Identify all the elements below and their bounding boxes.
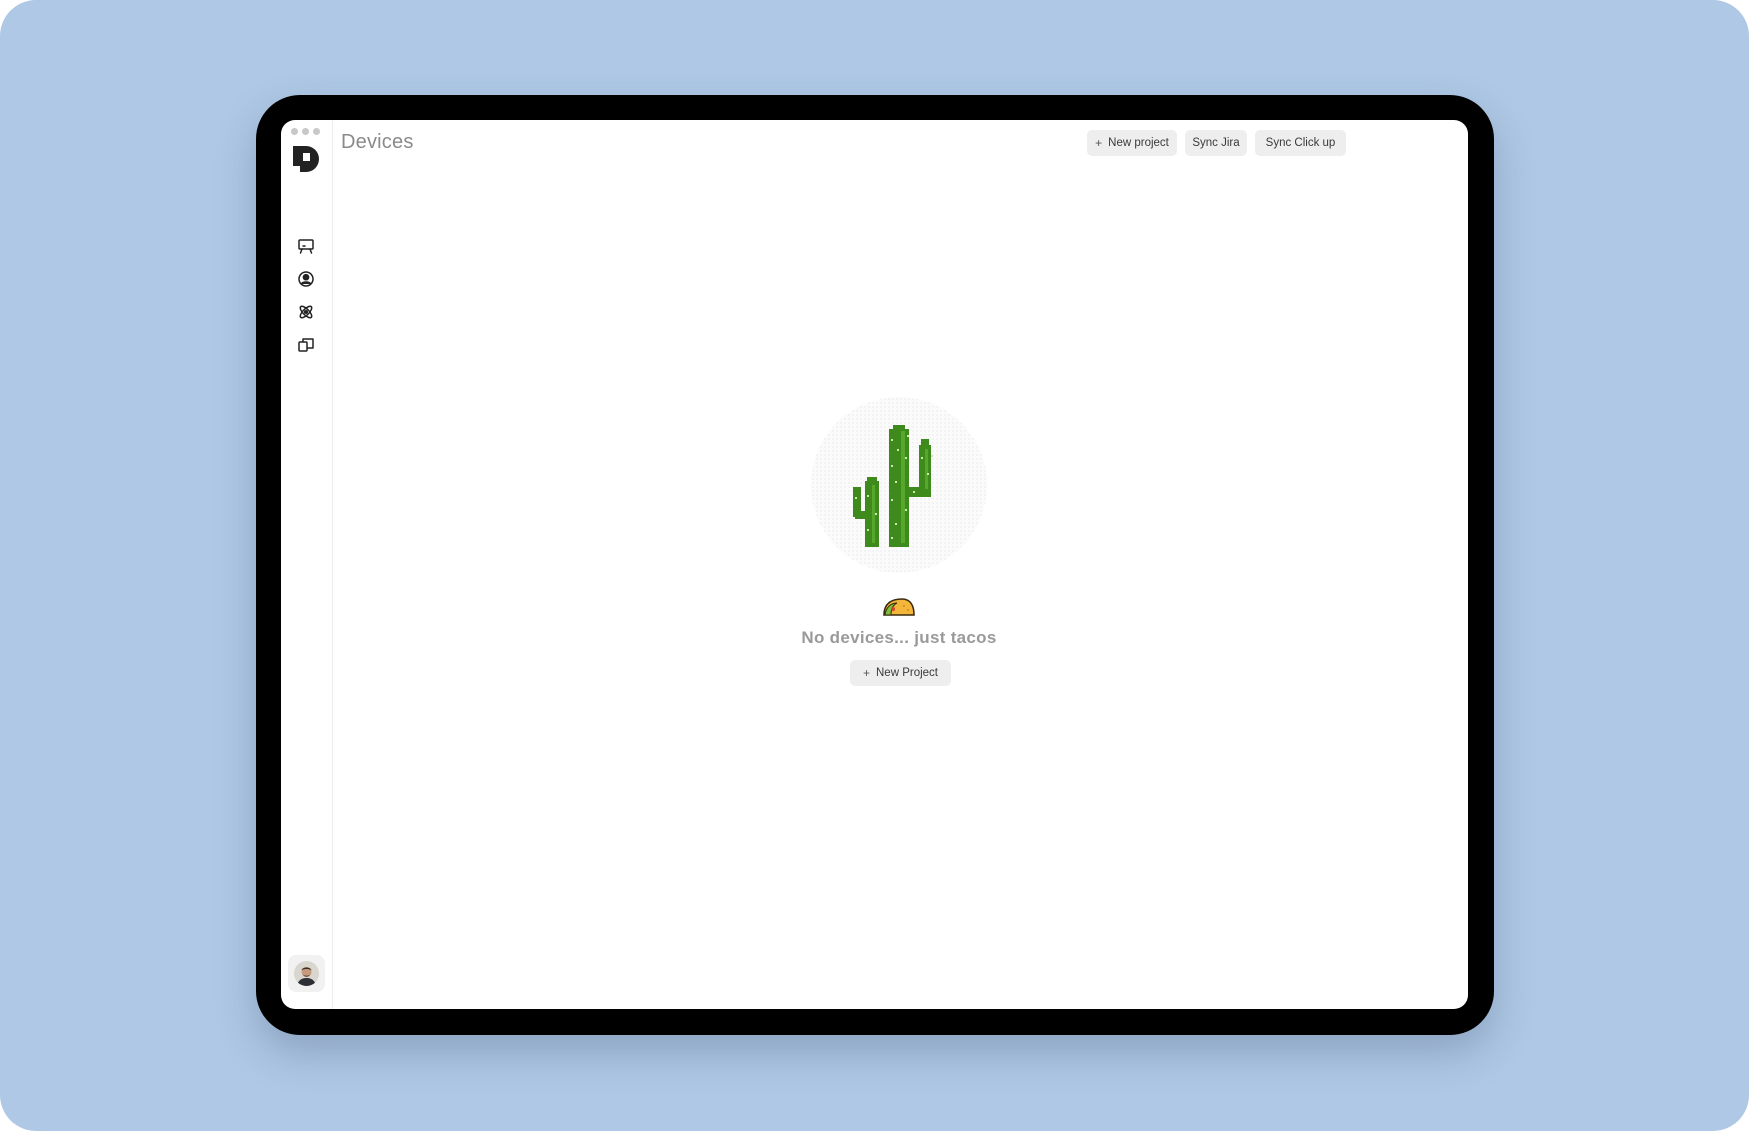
new-project-button[interactable]: + New project (1087, 130, 1177, 156)
new-project-label: New Project (876, 667, 938, 679)
copy-windows-icon (296, 335, 316, 355)
presentation-screen-icon (296, 236, 316, 256)
window-dot[interactable] (302, 128, 309, 135)
page-title: Devices (341, 131, 414, 153)
window-dot[interactable] (291, 128, 298, 135)
sidebar-item-users[interactable] (296, 269, 316, 289)
tablet-frame: Devices + New project Sync Jira Sync Cli… (256, 95, 1494, 1035)
empty-state-message: No devices... just tacos (801, 628, 997, 647)
window-controls (291, 128, 320, 135)
sidebar-item-devices[interactable] (296, 236, 316, 256)
user-profile-button[interactable] (288, 955, 325, 992)
sync-clickup-button[interactable]: Sync Click up (1255, 130, 1346, 156)
user-circle-icon (296, 269, 316, 289)
user-avatar (294, 961, 319, 986)
sidebar-item-projects[interactable] (296, 335, 316, 355)
plus-icon: + (862, 666, 870, 680)
taco-icon (882, 597, 916, 617)
app-logo[interactable] (291, 143, 322, 174)
app-screen: Devices + New project Sync Jira Sync Cli… (281, 120, 1468, 1009)
plus-icon: + (1095, 136, 1103, 150)
sync-clickup-label: Sync Click up (1265, 137, 1336, 149)
atom-icon (296, 302, 316, 322)
empty-state-new-project-button[interactable]: + New Project (850, 660, 951, 686)
sidebar-item-integrations[interactable] (296, 302, 316, 322)
sidebar (281, 120, 333, 1009)
cactus-illustration (851, 425, 947, 549)
sync-jira-label: Sync Jira (1192, 137, 1240, 149)
window-dot[interactable] (313, 128, 320, 135)
sync-jira-button[interactable]: Sync Jira (1185, 130, 1247, 156)
new-project-label: New project (1108, 137, 1169, 149)
